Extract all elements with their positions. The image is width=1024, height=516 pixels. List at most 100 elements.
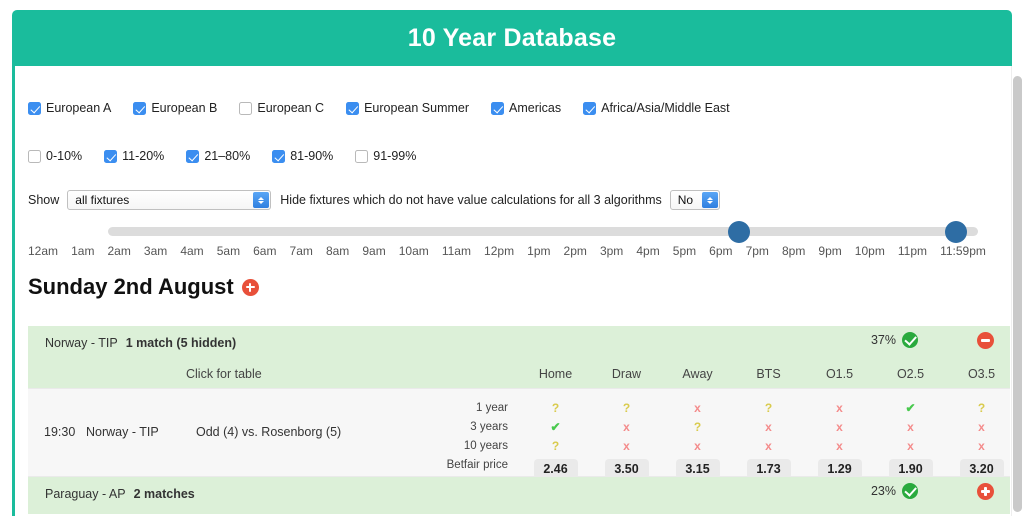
checkbox-percent-0[interactable]: 0-10% xyxy=(28,149,82,163)
hour-label-10: 10am xyxy=(398,244,429,258)
checkbox-checked-icon[interactable] xyxy=(133,101,147,115)
betfair-price-value[interactable]: 3.50 xyxy=(604,459,649,479)
value-cell-cross-icon: x xyxy=(694,401,701,415)
betfair-price-value[interactable]: 3.20 xyxy=(959,459,1004,479)
hour-label-17: 5pm xyxy=(672,244,697,258)
hide-fixtures-label: Hide fixtures which do not have value ca… xyxy=(280,193,662,207)
league-group-header[interactable]: Norway - TIP 1 match (5 hidden) 37% xyxy=(28,326,1010,359)
chevron-updown-icon xyxy=(253,192,270,208)
row-label-3: Betfair price xyxy=(446,459,508,471)
hour-label-22: 10pm xyxy=(854,244,885,258)
checkbox-checked-icon[interactable] xyxy=(272,149,286,163)
fixture-row-labels: 1 year 3 years 10 years Betfair price xyxy=(408,399,508,475)
checkbox-league-3[interactable]: European Summer xyxy=(346,101,469,115)
checkbox-label: 81-90% xyxy=(290,149,334,163)
hour-label-5: 5am xyxy=(216,244,241,258)
column-labels: Home Draw Away BTS O1.5 O2.5 O3.5 xyxy=(520,366,995,381)
hour-label-6: 6am xyxy=(253,244,277,258)
value-row-1: ✔ x? x x x x xyxy=(520,418,993,437)
hour-label-18: 6pm xyxy=(709,244,733,258)
checkbox-checked-icon[interactable] xyxy=(186,149,200,163)
checkbox-percent-2[interactable]: 21–80% xyxy=(186,149,250,163)
checkbox-checked-icon[interactable] xyxy=(346,101,360,115)
value-row-0: ?? x? x ✔? xyxy=(520,399,993,418)
checkbox-percent-1[interactable]: 11-20% xyxy=(104,149,164,163)
value-cell-cross-icon: x xyxy=(765,439,772,453)
time-range-slider[interactable] xyxy=(28,221,978,243)
column-header-o25: O2.5 xyxy=(896,366,925,381)
hour-label-24: 11:59pm xyxy=(940,244,986,258)
value-cell-question-icon: ? xyxy=(551,439,560,453)
checkbox-league-2[interactable]: European C xyxy=(239,101,324,115)
checkbox-unchecked-icon[interactable] xyxy=(28,149,41,163)
value-cell-question-icon: ? xyxy=(693,420,702,434)
checkbox-checked-icon[interactable] xyxy=(583,101,597,115)
league-group-paraguay: Paraguay - AP 2 matches 23% xyxy=(28,477,1010,514)
check-circle-icon xyxy=(902,332,918,348)
checkbox-checked-icon[interactable] xyxy=(28,101,41,115)
value-cell-cross-icon: x xyxy=(907,420,914,434)
hour-label-14: 2pm xyxy=(563,244,587,258)
checkbox-label: 21–80% xyxy=(204,149,251,163)
league-group-header[interactable]: Paraguay - AP 2 matches 23% xyxy=(28,477,1010,510)
checkbox-percent-4[interactable]: 91-99% xyxy=(355,149,416,163)
hide-fixtures-select[interactable]: No xyxy=(669,190,720,210)
hour-label-0: 12am xyxy=(28,244,59,258)
row-label-2: 10 years xyxy=(463,440,508,452)
checkbox-league-4[interactable]: Americas xyxy=(491,101,561,115)
slider-handle-low[interactable] xyxy=(728,221,750,243)
app-window: 10 Year Database European A European B Eur… xyxy=(0,0,1024,516)
checkbox-label: Africa/Asia/Middle East xyxy=(601,101,730,115)
checkbox-percent-3[interactable]: 81-90% xyxy=(272,149,333,163)
value-cell-cross-icon: x xyxy=(623,439,630,453)
expand-league-icon[interactable] xyxy=(977,483,994,500)
checkbox-unchecked-icon[interactable] xyxy=(355,149,369,163)
value-cell-cross-icon: x xyxy=(694,439,701,453)
value-cell-question-icon: ? xyxy=(977,401,986,415)
fixture-teams[interactable]: Odd (4) vs. Rosenborg (5) xyxy=(196,425,341,439)
expand-day-icon[interactable] xyxy=(241,278,259,296)
checkbox-checked-icon[interactable] xyxy=(104,149,118,163)
hour-label-7: 7am xyxy=(289,244,313,258)
hour-label-21: 9pm xyxy=(818,244,842,258)
checkbox-label: 11-20% xyxy=(122,149,165,163)
checkbox-label: 0-10% xyxy=(46,149,83,163)
checkbox-league-0[interactable]: European A xyxy=(28,101,111,115)
checkbox-checked-icon[interactable] xyxy=(491,101,505,115)
checkbox-unchecked-icon[interactable] xyxy=(239,101,253,115)
column-header-draw: Draw xyxy=(611,366,642,381)
show-fixtures-select[interactable]: all fixtures xyxy=(67,190,272,210)
column-header-o15: O1.5 xyxy=(825,366,854,381)
checkbox-label: 91-99% xyxy=(373,149,417,163)
betfair-price-value[interactable]: 3.15 xyxy=(675,459,720,479)
fixture-row[interactable]: 19:30 Norway - TIP Odd (4) vs. Rosenborg… xyxy=(28,388,1010,479)
hour-label-23: 11pm xyxy=(897,244,928,258)
slider-handle-high[interactable] xyxy=(945,221,967,243)
betfair-price-value[interactable]: 1.90 xyxy=(888,459,933,479)
vertical-scrollbar[interactable] xyxy=(1013,76,1022,512)
click-for-table-label[interactable]: Click for table xyxy=(186,367,262,381)
hide-fixtures-value: No xyxy=(677,193,694,207)
betfair-price-value[interactable]: 1.73 xyxy=(746,459,791,479)
hour-label-4: 4am xyxy=(180,244,204,258)
show-label: Show xyxy=(28,193,60,207)
checkbox-league-5[interactable]: Africa/Asia/Middle East xyxy=(583,101,730,115)
hour-label-3: 3am xyxy=(143,244,168,258)
betfair-price-value[interactable]: 1.29 xyxy=(817,459,862,479)
league-percent-value: 23% xyxy=(870,484,896,498)
checkbox-league-1[interactable]: European B xyxy=(133,101,217,115)
league-percent-badge: 23% xyxy=(871,483,918,499)
hour-label-11: 11am xyxy=(441,244,471,258)
value-cell-cross-icon: x xyxy=(978,439,985,453)
checkbox-label: European B xyxy=(151,101,218,115)
betfair-price-value[interactable]: 2.46 xyxy=(533,459,578,479)
column-header-home: Home xyxy=(538,366,573,381)
league-name: Norway - TIP xyxy=(45,335,118,350)
checkbox-label: European C xyxy=(257,101,325,115)
hour-label-13: 1pm xyxy=(527,244,551,258)
chevron-updown-icon xyxy=(701,192,718,208)
slider-track[interactable] xyxy=(108,227,978,236)
value-cell-cross-icon: x xyxy=(836,401,843,415)
collapse-league-icon[interactable] xyxy=(977,332,994,349)
column-header-o35: O3.5 xyxy=(967,366,996,381)
